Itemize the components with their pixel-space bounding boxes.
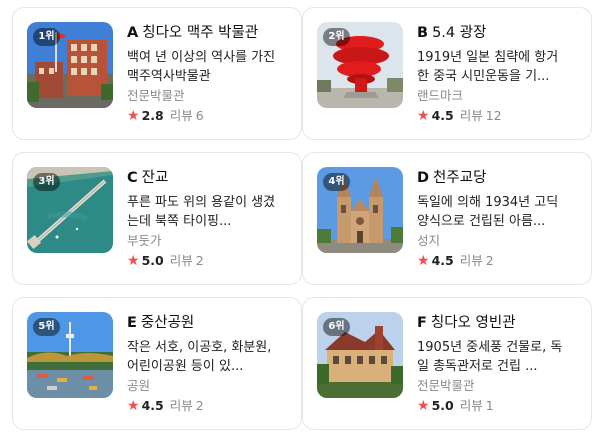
place-category: 랜드마크 bbox=[417, 88, 464, 103]
rating-value: 5.0 bbox=[431, 398, 454, 413]
star-icon: ★ bbox=[127, 253, 140, 269]
place-description: 독일에 의해 1934년 고딕 양식으로 건립된 아름... bbox=[417, 195, 559, 229]
place-title[interactable]: F 칭다오 영빈관 bbox=[417, 314, 577, 332]
star-icon: ★ bbox=[417, 108, 430, 124]
place-card-6[interactable]: 6위 F 칭다오 영빈관 1905년 중세풍 건물로, 독일 총독관저로 건립 .… bbox=[302, 297, 592, 430]
review-label: 리뷰 bbox=[459, 108, 483, 123]
review-count: 2 bbox=[195, 253, 204, 268]
place-description: 작은 서호, 이공호, 화분원, 어린이공원 등이 있... bbox=[127, 340, 272, 374]
place-description: 1905년 중세풍 건물로, 독일 총독관저로 건립 ... bbox=[417, 340, 563, 374]
place-name: 천주교당 bbox=[433, 170, 487, 186]
place-meta: ★ 4.5 리뷰 2 bbox=[417, 252, 577, 270]
place-letter: A bbox=[127, 25, 139, 41]
place-letter: F bbox=[417, 315, 427, 331]
star-icon: ★ bbox=[127, 398, 140, 414]
place-meta: ★ 4.5 리뷰 12 bbox=[417, 107, 577, 125]
review-count: 6 bbox=[195, 108, 204, 123]
place-card-5[interactable]: 5위 E 중산공원 작은 서호, 이공호, 화분원, 어린이공원 등이 있... … bbox=[12, 297, 302, 430]
star-icon: ★ bbox=[417, 398, 430, 414]
place-category: 성지 bbox=[417, 233, 441, 248]
review-label: 리뷰 bbox=[169, 398, 193, 413]
place-photo[interactable]: 4위 bbox=[317, 167, 403, 253]
place-card-2[interactable]: 2위 B 5.4 광장 1919년 일본 침략에 항거한 중국 시민운동을 기..… bbox=[302, 7, 592, 140]
place-meta: ★ 5.0 리뷰 2 bbox=[127, 252, 287, 270]
place-card-4[interactable]: 4위 D 천주교당 독일에 의해 1934년 고딕 양식으로 건립된 아름... … bbox=[302, 152, 592, 285]
place-title[interactable]: C 잔교 bbox=[127, 169, 287, 187]
place-card-1[interactable]: 1위 A 칭다오 맥주 박물관 백여 년 이상의 역사를 가진 맥주역사박물관 전… bbox=[12, 7, 302, 140]
place-meta: ★ 2.8 리뷰 6 bbox=[127, 107, 287, 125]
place-meta: ★ 5.0 리뷰 1 bbox=[417, 397, 577, 415]
review-count: 2 bbox=[195, 398, 204, 413]
place-title[interactable]: D 천주교당 bbox=[417, 169, 577, 187]
place-name: 칭다오 영빈관 bbox=[430, 315, 516, 331]
star-icon: ★ bbox=[127, 108, 140, 124]
rank-badge: 4위 bbox=[323, 173, 350, 191]
place-category: 전문박물관 bbox=[127, 88, 185, 103]
place-description: 1919년 일본 침략에 항거한 중국 시민운동을 기... bbox=[417, 50, 559, 84]
review-label: 리뷰 bbox=[169, 253, 193, 268]
place-photo[interactable]: 1위 bbox=[27, 22, 113, 108]
place-name: 잔교 bbox=[141, 170, 169, 186]
place-description: 푸른 파도 위의 용같이 생겼는데 북쪽 타이핑... bbox=[127, 195, 276, 229]
review-count: 1 bbox=[485, 398, 494, 413]
review-count: 2 bbox=[485, 253, 494, 268]
place-title[interactable]: A 칭다오 맥주 박물관 bbox=[127, 24, 287, 42]
rating-value: 4.5 bbox=[431, 108, 454, 123]
rating-value: 5.0 bbox=[141, 253, 164, 268]
place-photo[interactable]: 5위 bbox=[27, 312, 113, 398]
review-label: 리뷰 bbox=[459, 253, 483, 268]
rating-value: 4.5 bbox=[431, 253, 454, 268]
place-category: 전문박물관 bbox=[417, 378, 475, 393]
place-name: 5.4 광장 bbox=[432, 25, 487, 41]
place-letter: D bbox=[417, 170, 430, 186]
place-description: 백여 년 이상의 역사를 가진 맥주역사박물관 bbox=[127, 50, 276, 84]
rank-badge: 6위 bbox=[323, 318, 350, 336]
place-card-3[interactable]: 3위 C 잔교 푸른 파도 위의 용같이 생겼는데 북쪽 타이핑... 부둣가 ★… bbox=[12, 152, 302, 285]
place-photo[interactable]: 3위 bbox=[27, 167, 113, 253]
rank-badge: 5위 bbox=[33, 318, 60, 336]
place-name: 중산공원 bbox=[140, 315, 195, 331]
place-title[interactable]: B 5.4 광장 bbox=[417, 24, 577, 42]
place-photo[interactable]: 2위 bbox=[317, 22, 403, 108]
place-letter: B bbox=[417, 25, 429, 41]
place-meta: ★ 4.5 리뷰 2 bbox=[127, 397, 287, 415]
place-title[interactable]: E 중산공원 bbox=[127, 314, 287, 332]
rank-badge: 2위 bbox=[323, 28, 350, 46]
star-icon: ★ bbox=[417, 253, 430, 269]
place-letter: E bbox=[127, 315, 137, 331]
place-name: 칭다오 맥주 박물관 bbox=[142, 25, 259, 41]
review-label: 리뷰 bbox=[169, 108, 193, 123]
rating-value: 4.5 bbox=[141, 398, 164, 413]
review-label: 리뷰 bbox=[459, 398, 483, 413]
review-count: 12 bbox=[485, 108, 502, 123]
rank-badge: 1위 bbox=[33, 28, 60, 46]
place-letter: C bbox=[127, 170, 138, 186]
place-category: 부둣가 bbox=[127, 233, 162, 248]
rating-value: 2.8 bbox=[141, 108, 164, 123]
place-category: 공원 bbox=[127, 378, 151, 393]
rank-badge: 3위 bbox=[33, 173, 60, 191]
place-photo[interactable]: 6위 bbox=[317, 312, 403, 398]
